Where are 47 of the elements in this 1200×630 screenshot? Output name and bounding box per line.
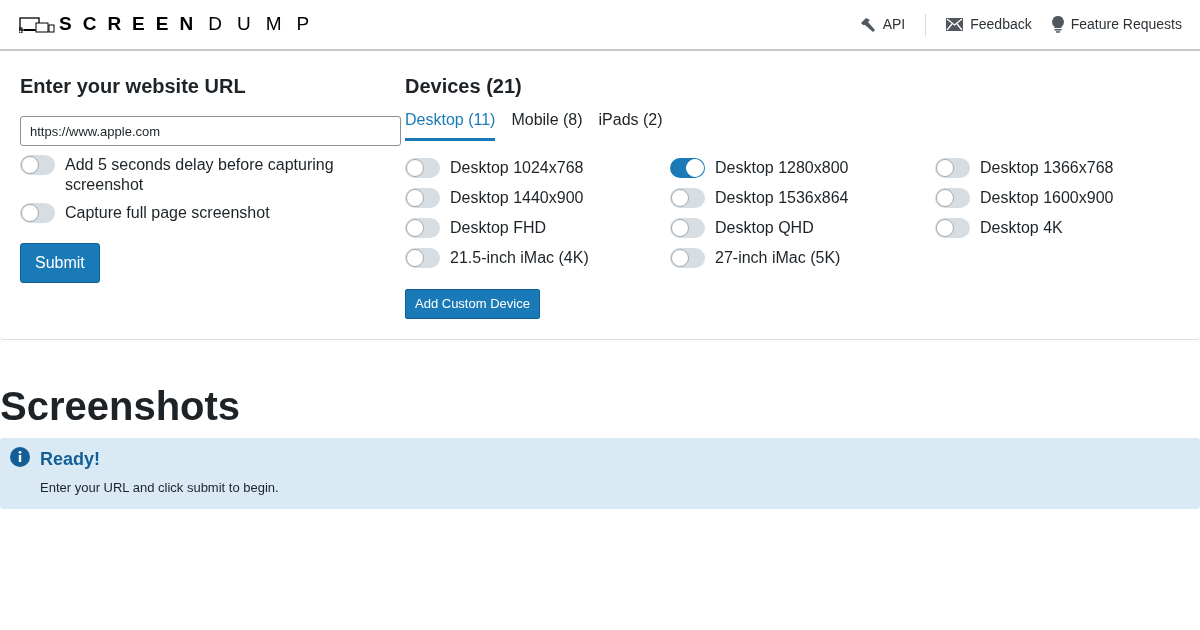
alert-title: Ready!	[40, 448, 102, 471]
toggle-switch[interactable]	[405, 218, 440, 238]
device-label: Desktop FHD	[450, 218, 547, 238]
toggle-switch[interactable]	[670, 218, 705, 238]
device-tab[interactable]: Desktop (11)	[405, 108, 496, 141]
page-heading: Screenshots	[0, 383, 242, 430]
option-label: Add 5 seconds delay before capturing screenshot	[65, 155, 335, 195]
device-label: Desktop 1600x900	[980, 188, 1114, 208]
section-title: Devices (21)	[405, 74, 523, 98]
device-tab[interactable]: Mobile (8)	[511, 108, 583, 141]
logo-text: SCREEN	[59, 12, 205, 37]
submit-button[interactable]: Submit	[20, 243, 100, 283]
device-label: Desktop QHD	[715, 218, 814, 238]
toggle-switch[interactable]	[20, 155, 55, 175]
add-custom-device-button[interactable]: Add Custom Device	[405, 289, 540, 319]
device-tab[interactable]: iPads (2)	[598, 108, 663, 141]
toggle-switch[interactable]	[935, 218, 970, 238]
alert-message: Enter your URL and click submit to begin.	[40, 479, 279, 497]
section-title: Enter your website URL	[20, 74, 247, 98]
lightbulb-icon	[1051, 16, 1064, 33]
device-label: Desktop 1024x768	[450, 158, 584, 178]
feedback-link[interactable]: Feedback	[936, 14, 1042, 35]
device-label: Desktop 4K	[980, 218, 1063, 238]
toggle-switch[interactable]	[670, 188, 705, 208]
toggle-switch[interactable]	[405, 158, 440, 178]
toggle-switch[interactable]	[935, 158, 970, 178]
toggle-switch[interactable]	[935, 188, 970, 208]
api-link[interactable]: API	[849, 14, 916, 35]
device-label: 27-inch iMac (5K)	[715, 248, 841, 268]
toggle-switch[interactable]	[405, 248, 440, 268]
info-icon	[10, 447, 30, 467]
device-label: Desktop 1280x800	[715, 158, 849, 178]
toggle-switch[interactable]	[670, 248, 705, 268]
device-label: 21.5-inch iMac (4K)	[450, 248, 589, 268]
device-label: Desktop 1536x864	[715, 188, 849, 208]
toggle-switch[interactable]	[405, 188, 440, 208]
device-label: Desktop 1440x900	[450, 188, 584, 208]
toggle-switch[interactable]	[20, 203, 55, 223]
device-label: Desktop 1366x768	[980, 158, 1114, 178]
logo-text: DUMP	[208, 12, 325, 37]
envelope-icon	[946, 18, 964, 31]
option-label: Capture full page screenshot	[65, 203, 270, 223]
url-input-field[interactable]: https://www.apple.com	[20, 116, 401, 146]
feature-requests-link[interactable]: Feature Requests	[1041, 14, 1192, 35]
devices-logo-icon	[19, 16, 55, 33]
hammer-icon	[859, 16, 876, 33]
toggle-switch[interactable]	[670, 158, 705, 178]
